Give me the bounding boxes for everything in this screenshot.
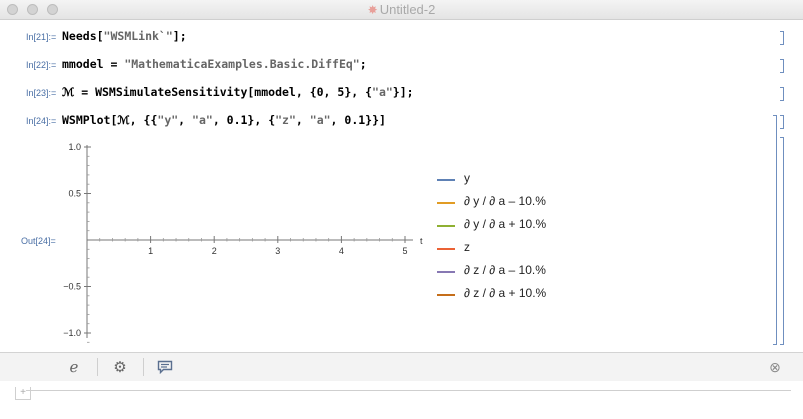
comment-icon[interactable] [152, 357, 178, 377]
legend-entry: y [435, 170, 635, 190]
legend-swatch [437, 179, 455, 181]
legend-swatch [437, 271, 455, 273]
close-suggestions-icon[interactable]: ⊗ [762, 357, 788, 377]
toolbar-divider [97, 358, 98, 376]
add-cell-button[interactable]: + [15, 387, 31, 400]
window-title: ✸ Untitled-2 [0, 2, 803, 17]
new-cell-area[interactable] [0, 381, 803, 419]
comment-icon-glyph [157, 360, 173, 374]
legend-label: ∂ z / ∂ a – 10.% [464, 263, 546, 277]
legend-entry: ∂ y / ∂ a + 10.% [435, 216, 635, 236]
window-titlebar: ✸ Untitled-2 [0, 0, 803, 20]
legend-label: ∂ y / ∂ a + 10.% [464, 217, 547, 231]
notebook-area[interactable]: In[21]:= Needs["WSMLink`"]; In[22]:= mmo… [0, 20, 803, 352]
legend-label: ∂ y / ∂ a – 10.% [464, 194, 546, 208]
x-axis-label: t [420, 236, 423, 246]
plot-graphics[interactable]: 1 2 3 4 5 1.0 0.5 −0.5 −1.0 t [0, 20, 803, 352]
legend-label: ∂ z / ∂ a + 10.% [464, 286, 547, 300]
x-tick-label: 1 [148, 246, 153, 256]
x-tick-label: 2 [212, 246, 217, 256]
legend-entry: ∂ y / ∂ a – 10.% [435, 193, 635, 213]
x-tick-label: 5 [402, 246, 407, 256]
y-tick-label: −0.5 [63, 282, 81, 292]
legend-swatch [437, 248, 455, 250]
legend-entry: z [435, 239, 635, 259]
x-tick-label: 4 [339, 246, 344, 256]
cell-insertion-line [26, 390, 791, 391]
legend-entry: ∂ z / ∂ a – 10.% [435, 262, 635, 282]
gear-icon[interactable]: ⚙ [107, 357, 133, 377]
legend-label: y [464, 171, 470, 185]
y-tick-label: 1.0 [68, 142, 81, 152]
y-tick-label: 0.5 [68, 189, 81, 199]
suggestions-icon[interactable]: ℯ [61, 357, 87, 377]
legend-entry: ∂ z / ∂ a + 10.% [435, 285, 635, 305]
x-tick-label: 3 [275, 246, 280, 256]
mathematica-logo-icon: ✸ [367, 3, 378, 17]
suggestions-bar: ℯ ⚙ ⊗ [0, 352, 803, 382]
window-title-text: Untitled-2 [379, 2, 436, 17]
legend-swatch [437, 225, 455, 227]
toolbar-divider [143, 358, 144, 376]
legend-label: z [464, 240, 470, 254]
legend-swatch [437, 294, 455, 296]
legend-swatch [437, 202, 455, 204]
y-tick-label: −1.0 [63, 328, 81, 338]
